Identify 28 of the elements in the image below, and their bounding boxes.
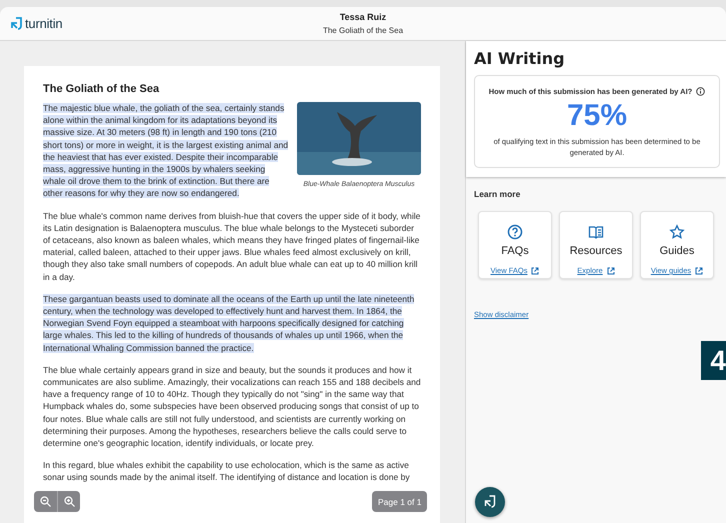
question-icon	[507, 224, 523, 240]
step-badge: 4	[701, 341, 726, 380]
paragraph: The blue whale's common name derives from bluish-hue that covers the upper side of it body, while its Latin designation is Balaenoptera musculus. The blue whale belongs to the Mysteceti suborder of cetaceans, also known as baleen whales, which means they have fringed plates of fingernail-like material, called baleen, attached to their upper jaws. Blue whales feed almost exclusively on krill, though they also take small numbers of copepods. An adult blue whale can eat up to 40 million krill in a day.	[43, 210, 421, 283]
resource-title: Guides	[660, 245, 694, 257]
logo-text: turnitin	[25, 16, 62, 31]
ai-score: 75%	[566, 98, 628, 134]
submission-title: The Goliath of the Sea	[322, 26, 404, 35]
zoom-out-icon	[40, 496, 51, 507]
logo-icon	[11, 16, 22, 30]
document-heading: The Goliath of the Sea	[43, 83, 160, 95]
external-link-icon	[606, 266, 615, 274]
author-name: Tessa Ruiz	[340, 12, 386, 22]
paragraph: These gargantuan beasts used to dominate all the oceans of the Earth up until the late nineteenth century, when the technology was developed to effectively hunt and harvest them. In 1864, the Norwegian Svend Foyn equipped a steamboat with harpoons specifically designed for catching large whales. This led to the killing of hundreds of thousands of whales up until 1966, when the International Whaling Commission banned the practice.	[43, 292, 416, 354]
panel-title: AI Writing	[474, 49, 566, 68]
floating-action-button[interactable]	[475, 487, 505, 517]
external-link-icon	[695, 266, 704, 274]
logo-icon	[484, 495, 496, 509]
page-indicator: Page 1 of 1	[372, 491, 428, 512]
paragraph: The blue whale certainly appears grand in size and beauty, but the sounds it produces and how it communicates are also sublime. Amazingly, their vocalizations can reach 155 and 188 decibels and have a frequency range of 10 to 40Hz. Though they typically do not "sing" in the same way that Humpback whales do, some subspecies have been observed producing songs that consist of up to four notes. Blue whale calls are still not fully understood, and scientists are currently working on determining their purposes. Among the hypotheses, researchers believe the calls could serve to determine one's geographic location, identify individuals, or locate prey.	[43, 364, 421, 450]
info-icon[interactable]	[696, 87, 706, 96]
resource-title: FAQs	[501, 245, 529, 257]
star-icon	[669, 224, 685, 240]
zoom-in-icon	[64, 496, 74, 507]
paragraph: In this regard, blue whales exhibit the capability to use echolocation, which is the same as active sonar using sounds made by the animal itself. The identifying of distance and location is done by	[43, 459, 411, 484]
resource-title: Resources	[570, 245, 622, 257]
book-icon	[588, 224, 604, 240]
section-heading: Learn more	[474, 189, 522, 199]
external-link-icon	[531, 266, 540, 274]
